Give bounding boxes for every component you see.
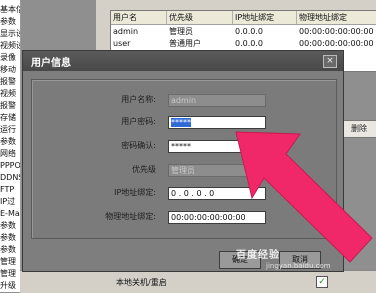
tree-item[interactable]: 运行 — [0, 124, 20, 135]
table-cell[interactable]: 00:00:00:00:00:00 — [297, 26, 374, 38]
tree-item[interactable]: 视频 — [0, 88, 20, 99]
watermark-logo: 百度经验 — [236, 250, 280, 261]
tree-item[interactable]: 报警 — [0, 76, 20, 87]
tree-item[interactable]: FTP — [0, 184, 20, 195]
mac-binding-field[interactable]: 00:00:00:00:00:00 — [168, 211, 266, 224]
tree-item[interactable]: 参数 — [0, 136, 20, 147]
user-info-dialog: 用户信息 × 用户名称: admin 用户密码: ***** 密码确认: ***… — [22, 50, 344, 272]
tree-item[interactable]: 报警 — [0, 100, 20, 111]
table-cell[interactable]: user — [111, 38, 130, 50]
table-header-row: 用户名 优先级 IP地址绑定 物理地址绑定 — [111, 11, 376, 25]
tree-item[interactable]: 显示设置 — [0, 28, 20, 39]
close-icon[interactable]: × — [323, 55, 337, 68]
tree-item[interactable]: 存储 — [0, 112, 20, 123]
tree-item[interactable]: PPPO — [0, 160, 20, 171]
tree-item[interactable]: 参数 — [0, 232, 20, 243]
ip-binding-field[interactable]: 0 . 0 . 0 . 0 — [168, 187, 266, 200]
username-label: 用户名称: — [121, 95, 156, 104]
password-field[interactable]: ***** — [168, 116, 266, 129]
username-field[interactable]: admin — [168, 94, 266, 107]
tree-item[interactable]: 移动 — [0, 64, 20, 75]
table-cell[interactable]: 00:00:00:00:00:00 — [297, 38, 374, 50]
tree-item[interactable]: 基本信息 — [0, 4, 20, 15]
mac-binding-label: 物理地址绑定: — [105, 212, 156, 221]
tree-item[interactable]: 参数 — [0, 244, 20, 255]
priority-field[interactable]: 管理员 — [168, 164, 266, 177]
confirm-password-label: 密码确认: — [121, 141, 156, 150]
bottom-bar: 本地关机/重启 ✓ — [20, 270, 376, 293]
checkmark-icon[interactable]: ✓ — [316, 276, 328, 288]
table-cell[interactable]: admin — [111, 26, 138, 38]
table-cell[interactable]: 管理员 — [167, 26, 193, 38]
col-priority[interactable]: 优先级 — [167, 11, 233, 24]
tree-item[interactable]: DDNS — [0, 172, 20, 183]
tree-item[interactable]: 参数 — [0, 220, 20, 231]
confirm-password-field[interactable]: ***** — [168, 140, 266, 153]
dialog-titlebar[interactable]: 用户信息 × — [23, 51, 343, 71]
tree-item[interactable]: IP过 — [0, 196, 20, 207]
tree-item[interactable]: E-Ma — [0, 208, 20, 219]
tree-item[interactable]: 视频设置 — [0, 40, 20, 51]
delete-button[interactable]: 删除 — [340, 120, 376, 138]
ip-binding-label: IP地址绑定: — [114, 188, 156, 197]
tree-item[interactable]: 网络 — [0, 148, 20, 159]
tree-item[interactable]: 升级 — [0, 280, 20, 291]
col-mac[interactable]: 物理地址绑定 — [297, 11, 376, 24]
col-ip[interactable]: IP地址绑定 — [233, 11, 297, 24]
col-username[interactable]: 用户名 — [111, 11, 167, 24]
dialog-form-panel: 用户名称: admin 用户密码: ***** 密码确认: ***** 优先级 … — [31, 79, 337, 239]
password-label: 用户密码: — [121, 117, 156, 126]
settings-tree: 基本信息参数显示设置视频设置录像移动报警视频报警存储运行参数网络PPPODDNS… — [0, 0, 21, 292]
tree-item[interactable]: 录像 — [0, 52, 20, 63]
table-cell[interactable]: 0.0.0.0 — [233, 38, 263, 50]
table-cell[interactable]: 普通用户 — [167, 38, 201, 50]
priority-label: 优先级 — [132, 165, 156, 174]
tree-item[interactable]: 参数 — [0, 16, 20, 27]
dialog-title: 用户信息 — [31, 58, 71, 69]
watermark-url: jingyan.baidu.com — [266, 262, 331, 270]
table-cell[interactable]: 0.0.0.0 — [233, 26, 263, 38]
shutdown-label: 本地关机/重启 — [116, 278, 167, 287]
tree-item[interactable]: 管理 — [0, 256, 20, 267]
tree-item[interactable]: 管理 — [0, 268, 20, 279]
password-value: ***** — [171, 118, 191, 127]
